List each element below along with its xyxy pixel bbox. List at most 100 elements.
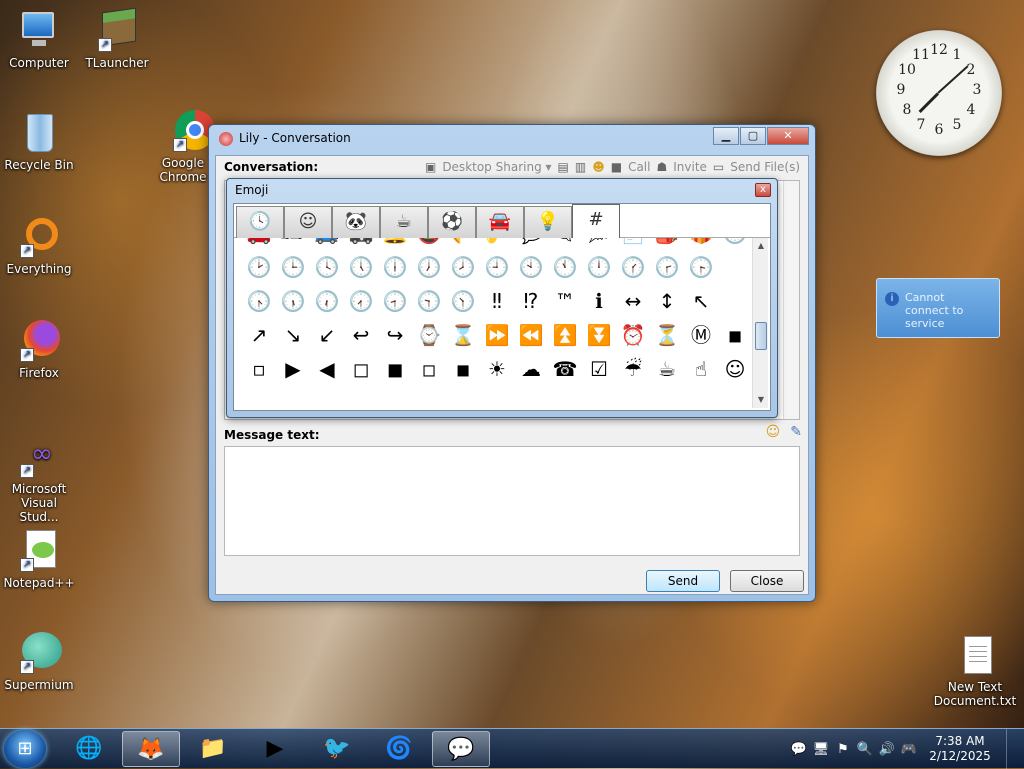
emoji-cell[interactable]: ◾ <box>446 352 480 386</box>
start-button[interactable]: ⊞ <box>4 730 46 768</box>
action-center-flag-icon[interactable]: ⚑ <box>832 742 854 757</box>
emoji-cell[interactable]: ⏫ <box>548 318 582 352</box>
emoji-cell[interactable]: 🗯 <box>582 238 616 250</box>
close-window-button[interactable]: ✕ <box>767 127 809 145</box>
emoji-cell[interactable]: ⏰ <box>616 318 650 352</box>
emoji-cell[interactable]: ☁ <box>514 352 548 386</box>
taskbar-firefox[interactable]: 🦊 <box>122 731 180 767</box>
emoji-cell[interactable]: 🕟 <box>242 284 276 318</box>
desktop-icon-visual-studio[interactable]: ∞ ↗ Microsoft Visual Stud... <box>0 436 78 524</box>
emoji-cell[interactable]: 🕐 <box>718 238 752 250</box>
emoji-cell[interactable]: 🕔 <box>344 250 378 284</box>
desktop-sharing-button[interactable]: Desktop Sharing ▾ <box>442 160 551 174</box>
message-input[interactable] <box>224 446 800 556</box>
emoji-cell[interactable]: ⁉ <box>514 284 548 318</box>
emoji-cell[interactable]: ↩ <box>344 318 378 352</box>
send-files-button[interactable]: Send File(s) <box>730 160 800 174</box>
emoji-cell[interactable]: ▫ <box>242 352 276 386</box>
maximize-button[interactable]: ▢ <box>740 127 766 145</box>
desktop-icon-computer[interactable]: Computer <box>0 10 78 70</box>
emoji-cell[interactable]: ↔ <box>616 284 650 318</box>
scroll-up-icon[interactable]: ▲ <box>753 238 769 254</box>
emoji-cell[interactable]: ☺ <box>718 352 752 386</box>
emoji-cell[interactable]: 💬 <box>514 238 548 250</box>
emoji-cell[interactable]: 🕞 <box>684 250 718 284</box>
show-desktop-button[interactable] <box>1006 729 1020 769</box>
emoji-cell[interactable]: 🕢 <box>344 284 378 318</box>
emoji-cell[interactable]: 🕛 <box>582 250 616 284</box>
emoji-cell[interactable]: ☕ <box>650 352 684 386</box>
conversation-scrollbar[interactable] <box>783 181 799 419</box>
file-icon[interactable]: ▥ <box>575 160 586 174</box>
desktop-icon-firefox[interactable]: ↗ Firefox <box>0 320 78 380</box>
emoji-cell[interactable]: 🕣 <box>378 284 412 318</box>
desktop-icon-recycle-bin[interactable]: Recycle Bin <box>0 112 78 172</box>
emoji-cell[interactable]: 🕝 <box>650 250 684 284</box>
emoji-cell[interactable]: 🎷 <box>480 238 514 250</box>
call-button[interactable]: Call <box>628 160 650 174</box>
emoji-cell[interactable]: ⏪ <box>514 318 548 352</box>
desktop-icon-notepad-plus-plus[interactable]: ↗ Notepad++ <box>0 530 78 590</box>
tab-activities[interactable]: ⚽ <box>428 206 476 238</box>
desktop-icon-new-text-document[interactable]: New Text Document.txt <box>932 634 1018 708</box>
edit-note-icon[interactable]: ✎ <box>790 424 802 440</box>
emoji-cell[interactable]: ◻ <box>344 352 378 386</box>
emoji-scrollbar[interactable]: ▲ ▼ <box>752 238 768 408</box>
emoji-cell[interactable]: ◾ <box>718 318 752 352</box>
desktop-icon-tlauncher[interactable]: ↗ TLauncher <box>78 7 156 70</box>
emoji-cell[interactable]: 🎁 <box>684 238 718 250</box>
emoji-cell[interactable]: ⌚ <box>412 318 446 352</box>
emoji-cell[interactable]: 🎒 <box>650 238 684 250</box>
emoji-cell[interactable]: 📄 <box>616 238 650 250</box>
emoji-cell[interactable]: ↙ <box>310 318 344 352</box>
tab-food[interactable]: ☕ <box>380 206 428 238</box>
emoji-cell[interactable]: ⏩ <box>480 318 514 352</box>
emoji-tool-icon[interactable]: ☻ <box>592 160 605 174</box>
emoji-cell[interactable]: 🗨 <box>548 238 582 250</box>
emoji-cell[interactable]: 🚗 <box>242 238 276 250</box>
emoji-cell[interactable]: ☀ <box>480 352 514 386</box>
messenger-tray-icon[interactable]: 💬 <box>788 742 810 757</box>
desktop-icon-everything[interactable]: ↗ Everything <box>0 216 78 276</box>
emoji-cell[interactable]: ↗ <box>242 318 276 352</box>
emoji-dialog-titlebar[interactable]: Emoji x <box>227 179 777 201</box>
notification-balloon[interactable]: i Cannot connect to service <box>876 278 1000 338</box>
emoji-cell[interactable]: 🏎 <box>276 238 310 250</box>
taskbar-messenger[interactable]: 💬 <box>432 731 490 767</box>
emoji-cell[interactable]: ⏳ <box>650 318 684 352</box>
emoji-cell[interactable]: 🕡 <box>310 284 344 318</box>
taskbar-file-explorer[interactable]: 📁 <box>184 731 242 767</box>
emoji-cell[interactable]: ↕ <box>650 284 684 318</box>
nvidia-tray-icon[interactable]: 🎮 <box>898 742 920 757</box>
emoji-cell[interactable]: ™ <box>548 284 582 318</box>
emoji-cell[interactable]: Ⓜ <box>684 318 718 352</box>
emoji-cell[interactable]: ↖ <box>684 284 718 318</box>
window-titlebar[interactable]: Lily - Conversation ▁ ▢ ✕ <box>209 125 815 153</box>
emoji-cell[interactable]: 🎺 <box>446 238 480 250</box>
emoji-cell[interactable]: ◀ <box>310 352 344 386</box>
emoji-cell[interactable]: ℹ <box>582 284 616 318</box>
invite-button[interactable]: Invite <box>673 160 707 174</box>
emoji-cell[interactable]: 🕖 <box>412 250 446 284</box>
emoji-cell[interactable]: ⏬ <box>582 318 616 352</box>
emoji-cell[interactable]: ↪ <box>378 318 412 352</box>
emoji-cell[interactable]: ‼ <box>480 284 514 318</box>
emoji-cell[interactable]: ↘ <box>276 318 310 352</box>
emoji-cell[interactable]: 🚙 <box>310 238 344 250</box>
tab-objects[interactable]: 💡 <box>524 206 572 238</box>
taskbar-internet-explorer[interactable]: 🌐 <box>60 731 118 767</box>
desktop-icon-supermium[interactable]: ↗ Supermium <box>0 632 78 692</box>
emoji-cell[interactable]: 🕕 <box>378 250 412 284</box>
taskbar-media-player[interactable]: ▶ <box>246 731 304 767</box>
emoji-cell[interactable]: ◼ <box>378 352 412 386</box>
emoji-cell[interactable]: 🕒 <box>276 250 310 284</box>
volume-icon[interactable]: 🔊 <box>876 742 898 757</box>
emoji-cell[interactable]: 🕥 <box>446 284 480 318</box>
emoji-cell[interactable]: ☔ <box>616 352 650 386</box>
emoji-cell[interactable]: 🕠 <box>276 284 310 318</box>
tab-symbols[interactable]: # <box>572 204 620 238</box>
emoji-cell[interactable]: 🕚 <box>548 250 582 284</box>
emoji-cell[interactable]: 🕜 <box>616 250 650 284</box>
history-icon[interactable]: ▤ <box>558 160 569 174</box>
emoji-cell[interactable]: 🕓 <box>310 250 344 284</box>
